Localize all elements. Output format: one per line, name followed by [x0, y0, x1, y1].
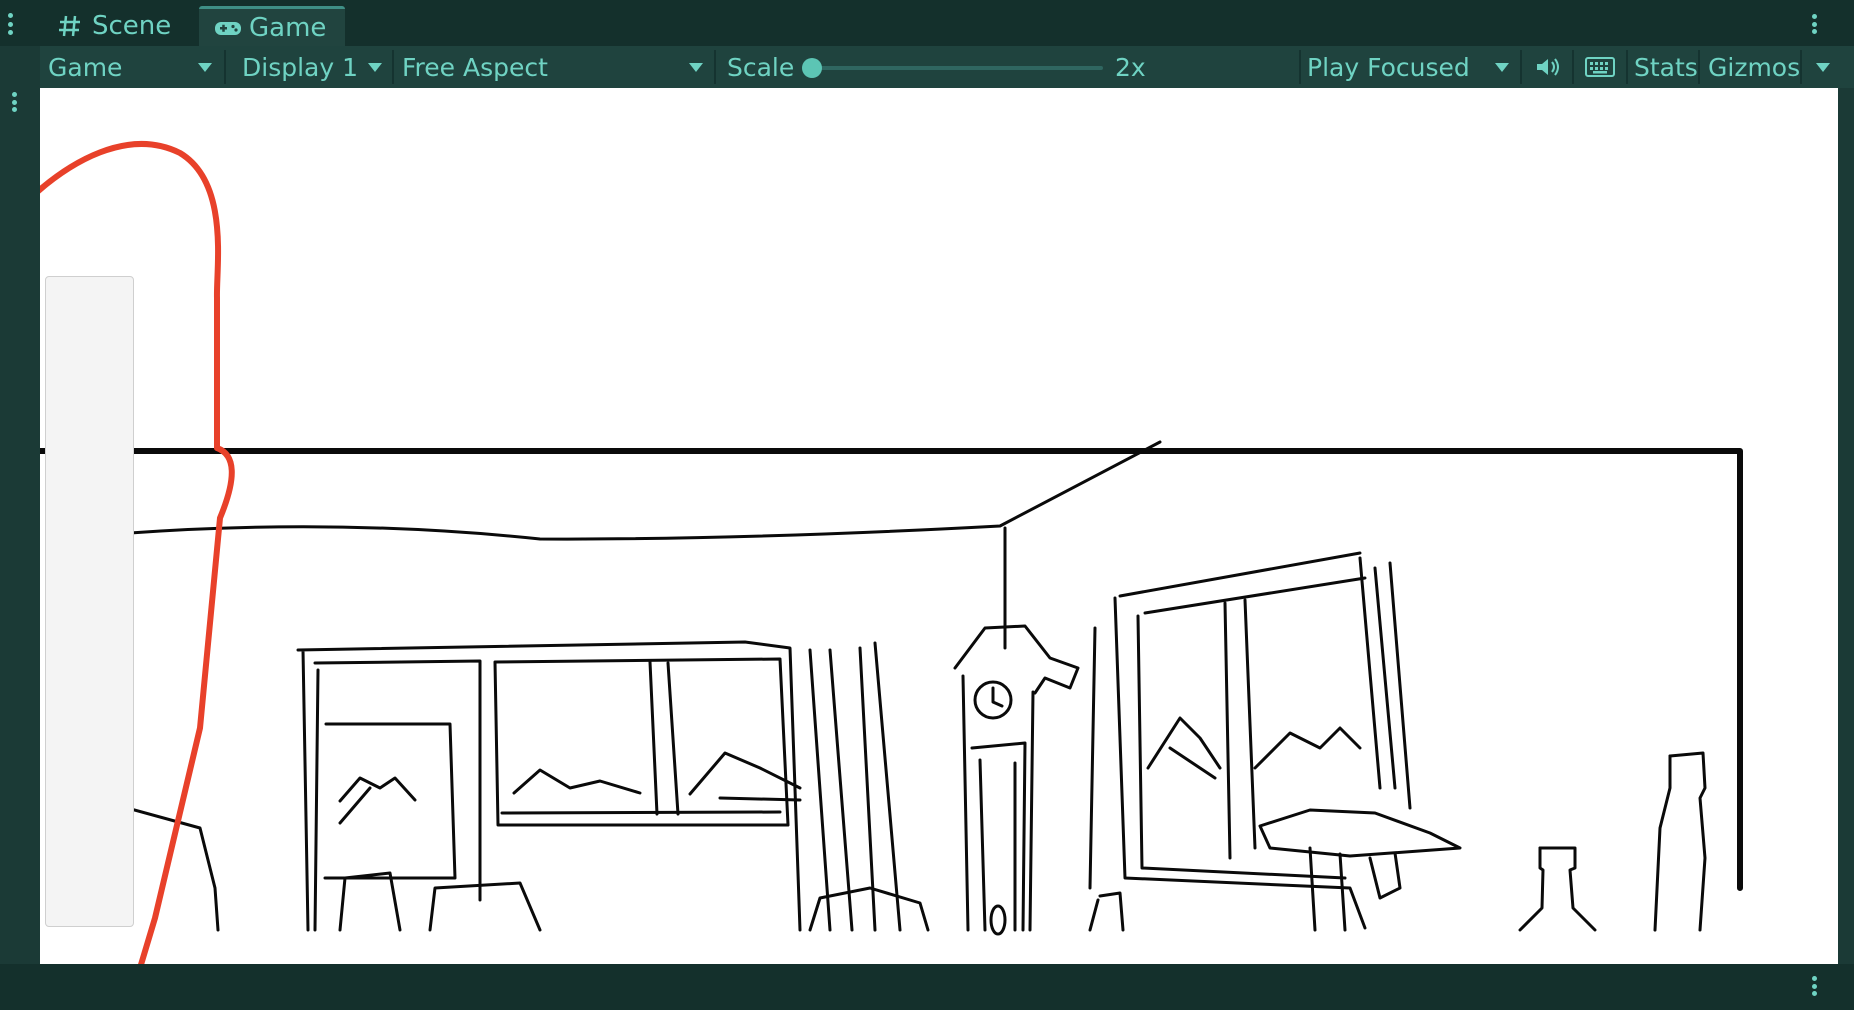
chevron-down-icon	[1816, 63, 1830, 72]
annotation-stroke	[40, 141, 235, 964]
gamepad-icon	[213, 14, 241, 42]
gizmos-label: Gizmos	[1708, 52, 1801, 82]
window-menu-icon[interactable]	[1810, 14, 1818, 34]
chevron-down-icon	[1495, 63, 1509, 72]
gizmos-button[interactable]: Gizmos	[1708, 46, 1800, 88]
chevron-down-icon	[368, 63, 382, 72]
tab-scene[interactable]: Scene	[42, 6, 198, 46]
game-toolbar: Game Display 1 Free Aspect Scale 2x Play…	[0, 46, 1854, 90]
stats-button[interactable]: Stats	[1634, 46, 1698, 88]
keyboard-icon[interactable]	[1580, 46, 1620, 88]
bottle-icon	[1088, 751, 1707, 932]
tab-label: Scene	[92, 11, 172, 41]
tab-bar: Scene Game	[0, 0, 1854, 46]
chevron-down-icon	[689, 63, 703, 72]
scale-value: 2x	[1115, 46, 1146, 88]
stats-label: Stats	[1634, 52, 1698, 82]
view-type-label: Game	[48, 52, 123, 82]
status-bar	[0, 964, 1854, 1010]
play-mode-dropdown[interactable]: Play Focused	[1307, 46, 1517, 88]
grandfather-clock-icon	[953, 624, 1080, 936]
display-label: Display 1	[242, 52, 359, 82]
left-edge-strip	[0, 46, 40, 964]
chevron-down-icon	[198, 63, 212, 72]
speaker-mute-icon[interactable]	[1530, 46, 1566, 88]
scale-slider-track[interactable]	[811, 66, 1103, 70]
aspect-label: Free Aspect	[402, 52, 548, 82]
status-menu-icon[interactable]	[1810, 976, 1818, 996]
box-outline	[428, 881, 542, 932]
scale-text: Scale	[727, 52, 795, 82]
unity-editor-window: Scene Game Game Display 1 Free Aspect Sc…	[0, 0, 1854, 1010]
gizmos-dropdown[interactable]	[1806, 46, 1840, 88]
scale-slider-handle[interactable]	[802, 58, 822, 78]
scale-value-text: 2x	[1115, 52, 1146, 82]
picture-frame-icon	[1088, 551, 1412, 930]
view-type-dropdown[interactable]: Game	[48, 46, 223, 88]
tab-bar-menu-icon[interactable]	[6, 13, 14, 35]
tab-label: Game	[249, 12, 327, 43]
game-viewport[interactable]	[40, 88, 1838, 964]
right-edge-strip	[1838, 88, 1854, 964]
play-mode-label: Play Focused	[1307, 52, 1470, 82]
grid-hash-icon	[56, 12, 84, 40]
side-menu-icon[interactable]	[10, 92, 18, 112]
tab-game[interactable]: Game	[199, 6, 345, 46]
aspect-dropdown[interactable]: Free Aspect	[402, 46, 712, 88]
display-dropdown[interactable]: Display 1	[242, 46, 392, 88]
scale-label: Scale	[727, 46, 794, 88]
